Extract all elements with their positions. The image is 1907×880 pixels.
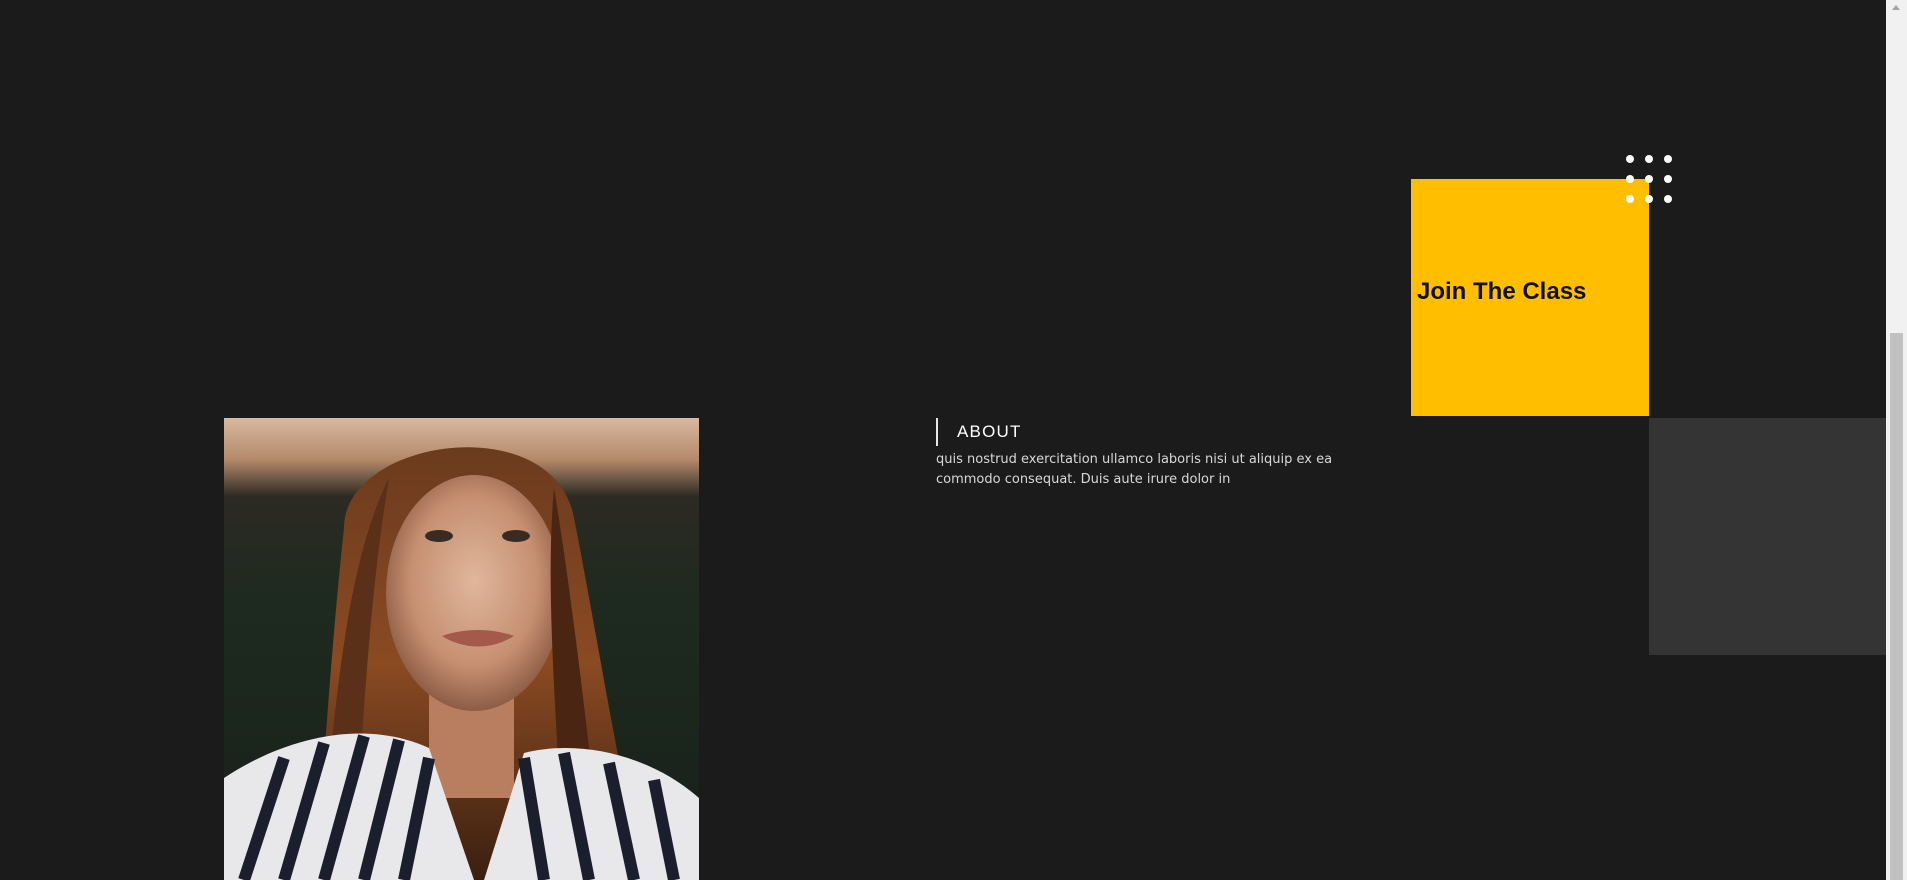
grey-panel [1649, 418, 1886, 655]
dot [1626, 175, 1634, 183]
dot [1664, 195, 1672, 203]
scroll-up-arrow-icon[interactable] [1892, 5, 1900, 10]
dot [1664, 155, 1672, 163]
scrollbar-thumb[interactable] [1890, 333, 1903, 880]
vertical-scrollbar[interactable] [1886, 0, 1907, 880]
about-text: quis nostrud exercitation ullamco labori… [936, 452, 1333, 487]
about-title: ABOUT [957, 422, 1022, 441]
join-class-title[interactable]: Join The Class [1417, 278, 1586, 306]
page: ABOUT quis nostrud exercitation ullamco … [0, 0, 1907, 880]
dot-grid-decoration [1626, 155, 1672, 203]
about-divider [936, 418, 938, 446]
about-section: ABOUT quis nostrud exercitation ullamco … [936, 418, 1396, 490]
dot [1645, 175, 1653, 183]
about-heading: ABOUT [936, 418, 1396, 446]
dot [1626, 155, 1634, 163]
portrait-image [224, 418, 699, 880]
join-class-card[interactable]: Join The Class [1411, 179, 1649, 416]
dot [1664, 175, 1672, 183]
dot [1645, 195, 1653, 203]
dot [1645, 155, 1653, 163]
dot [1626, 195, 1634, 203]
